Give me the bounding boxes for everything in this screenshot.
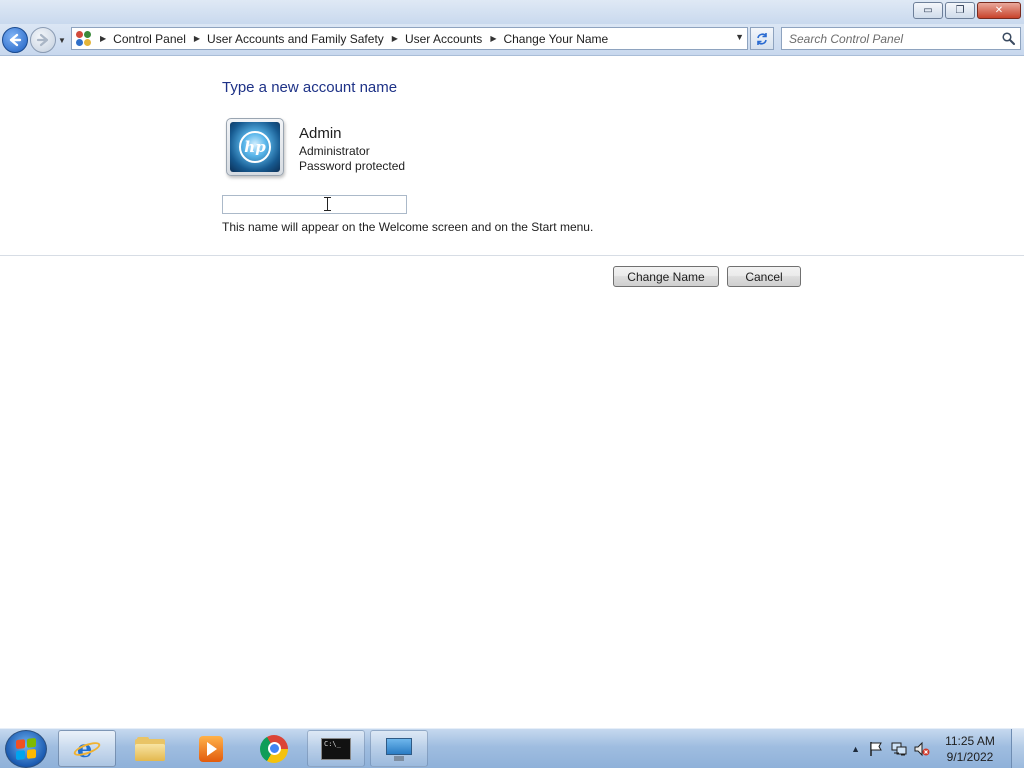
search-box[interactable] bbox=[781, 27, 1021, 50]
internet-explorer-icon: e bbox=[72, 735, 102, 763]
breadcrumb-change-your-name[interactable]: Change Your Name bbox=[503, 32, 608, 46]
clock-time: 11:25 AM bbox=[945, 734, 995, 748]
user-name: Admin bbox=[299, 125, 342, 142]
taskbar: e C:\_ ▲ 11:25 AM 9/1/2022 bbox=[0, 728, 1024, 768]
text-cursor-icon bbox=[323, 196, 332, 211]
media-player-icon bbox=[199, 735, 223, 762]
close-button[interactable]: ✕ bbox=[977, 2, 1021, 19]
breadcrumb-user-accounts[interactable]: User Accounts bbox=[405, 32, 482, 46]
breadcrumb-separator-icon[interactable]: ▶ bbox=[490, 34, 496, 43]
restore-icon: ❐ bbox=[955, 4, 965, 16]
taskbar-control-panel[interactable] bbox=[370, 730, 428, 767]
refresh-icon bbox=[757, 32, 767, 45]
address-bar[interactable]: ▶ Control Panel ▶ User Accounts and Fami… bbox=[71, 27, 748, 50]
windows-logo-icon bbox=[16, 737, 36, 761]
show-hidden-icons-icon[interactable]: ▲ bbox=[851, 744, 860, 754]
chrome-icon bbox=[260, 734, 288, 763]
minimize-button[interactable]: ▭ bbox=[913, 2, 943, 19]
maximize-button[interactable]: ❐ bbox=[945, 2, 975, 19]
taskbar-media-player[interactable] bbox=[182, 730, 240, 767]
close-icon: ✕ bbox=[994, 4, 1004, 16]
minimize-icon: ▭ bbox=[923, 4, 933, 16]
back-arrow-icon bbox=[9, 33, 22, 47]
start-button[interactable] bbox=[5, 730, 47, 768]
forward-button[interactable] bbox=[30, 27, 56, 53]
navigation-bar: ▼ ▶ Control Panel ▶ User Accounts and Fa… bbox=[0, 24, 1024, 56]
search-icon[interactable] bbox=[1002, 32, 1015, 45]
section-divider bbox=[0, 255, 1024, 256]
action-center-flag-icon[interactable] bbox=[868, 741, 884, 757]
breadcrumb-separator-icon[interactable]: ▶ bbox=[194, 34, 200, 43]
hp-logo-icon: hp bbox=[230, 122, 280, 172]
system-tray: ▲ 11:25 AM 9/1/2022 bbox=[851, 729, 1024, 768]
clock-date: 9/1/2022 bbox=[946, 750, 994, 764]
show-desktop-button[interactable] bbox=[1011, 729, 1024, 768]
window-title-bar: ▭ ❐ ✕ bbox=[0, 0, 1024, 24]
caption-buttons: ▭ ❐ ✕ bbox=[913, 2, 1021, 19]
recent-pages-dropdown[interactable]: ▼ bbox=[58, 36, 66, 45]
control-panel-icon bbox=[76, 30, 92, 47]
taskbar-internet-explorer[interactable]: e bbox=[58, 730, 116, 767]
search-input[interactable] bbox=[789, 31, 999, 46]
refresh-button[interactable] bbox=[750, 27, 774, 50]
address-history-dropdown[interactable]: ▼ bbox=[735, 32, 744, 42]
taskbar-command-prompt[interactable]: C:\_ bbox=[307, 730, 365, 767]
breadcrumb-control-panel[interactable]: Control Panel bbox=[113, 32, 186, 46]
new-account-name-input[interactable] bbox=[222, 195, 407, 214]
forward-arrow-icon bbox=[36, 33, 49, 47]
cancel-button[interactable]: Cancel bbox=[727, 266, 801, 287]
user-role: Administrator bbox=[299, 144, 370, 158]
volume-muted-icon[interactable] bbox=[914, 741, 930, 757]
taskbar-windows-explorer[interactable] bbox=[121, 730, 179, 767]
user-password-status: Password protected bbox=[299, 159, 406, 173]
page-title: Type a new account name bbox=[222, 79, 398, 96]
control-panel-icon bbox=[384, 736, 414, 762]
breadcrumb-user-accounts-family-safety[interactable]: User Accounts and Family Safety bbox=[207, 32, 384, 46]
breadcrumb-separator-icon[interactable]: ▶ bbox=[392, 34, 398, 43]
back-button[interactable] bbox=[2, 27, 28, 53]
command-prompt-icon: C:\_ bbox=[321, 737, 351, 760]
breadcrumb-separator-icon[interactable]: ▶ bbox=[100, 34, 106, 43]
network-icon[interactable] bbox=[891, 741, 907, 757]
name-hint-text: This name will appear on the Welcome scr… bbox=[222, 220, 594, 234]
change-name-button[interactable]: Change Name bbox=[613, 266, 719, 287]
system-clock[interactable]: 11:25 AM 9/1/2022 bbox=[939, 733, 1001, 765]
user-avatar: hp bbox=[226, 118, 284, 176]
windows-explorer-icon bbox=[135, 736, 165, 761]
hp-logo-text: hp bbox=[239, 131, 271, 163]
taskbar-chrome[interactable] bbox=[245, 730, 303, 767]
